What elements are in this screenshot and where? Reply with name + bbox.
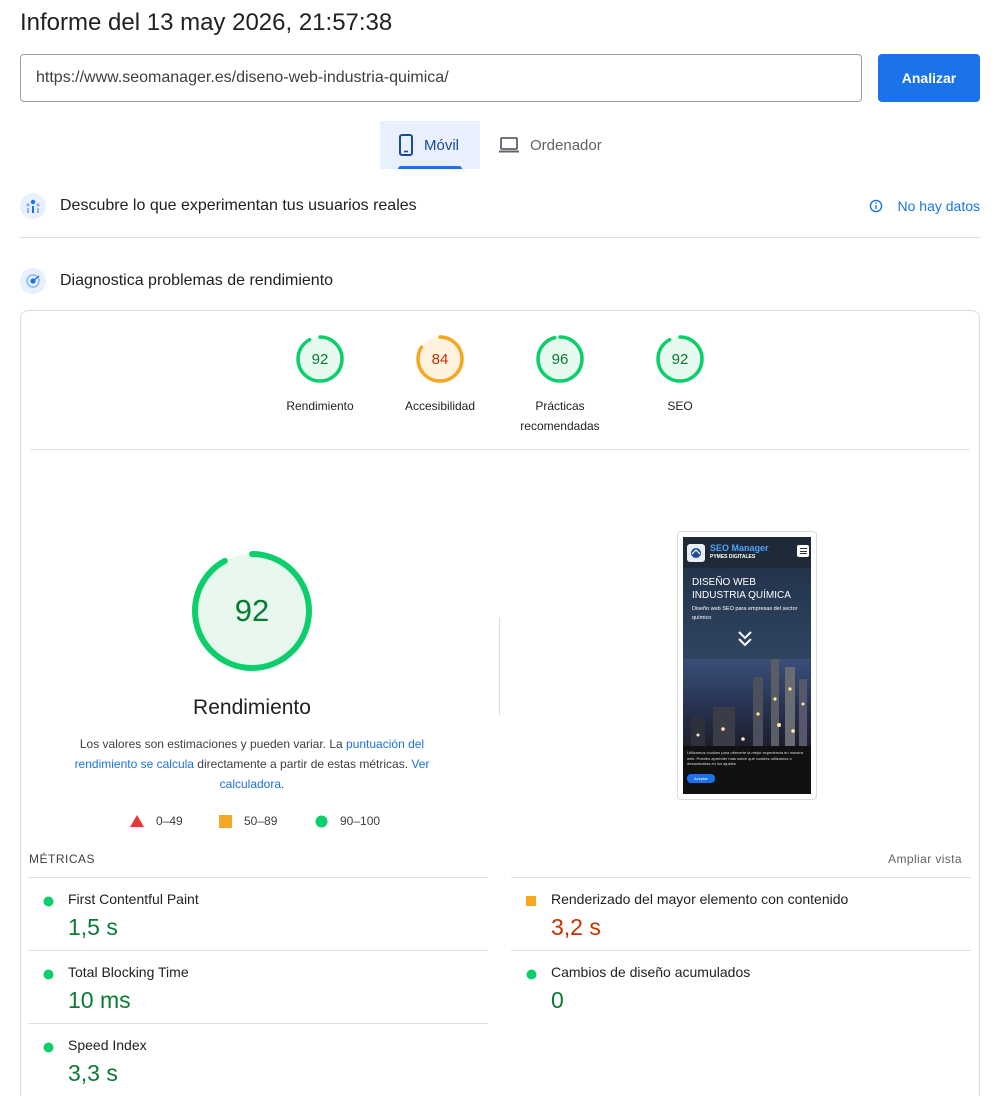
score-label: Rendimiento	[286, 399, 354, 413]
menu-icon	[797, 545, 809, 557]
performance-score: 92	[234, 593, 270, 628]
score-value: 96	[551, 350, 569, 368]
diagnostics-title: Diagnostica problemas de rendimiento	[60, 272, 334, 289]
expand-view-toggle[interactable]: Ampliar vista	[888, 852, 962, 866]
laptop-icon	[499, 137, 519, 153]
double-chevron-down-icon	[738, 631, 752, 647]
score-value: 84	[431, 350, 449, 368]
cookie-banner: Utilizamos cookies para ofrecerte la mej…	[683, 746, 811, 794]
screenshot-brand: SEO Manager	[710, 542, 769, 553]
real-users-title: Descubre lo que experimentan tus usuario…	[60, 197, 417, 214]
metric-name: Speed Index	[68, 1037, 147, 1053]
score-label: Prácticas recomendadas	[520, 399, 600, 433]
cookie-accept-button: Aceptar	[687, 773, 715, 783]
metric-value: 10 ms	[68, 987, 131, 1013]
info-icon	[869, 199, 882, 213]
section-divider	[20, 237, 980, 238]
screenshot-subheading: Diseño web SEO para empresas del sector …	[692, 606, 798, 621]
square-icon	[526, 896, 536, 906]
tab-desktop-label: Ordenador	[530, 136, 602, 154]
score-label: SEO	[667, 399, 693, 413]
metrics-heading: MÉTRICAS	[29, 852, 96, 866]
metric-value: 3,3 s	[68, 1060, 118, 1086]
analyze-button[interactable]: Analizar	[878, 54, 980, 102]
legend-range: 90–100	[340, 814, 381, 828]
performance-gauge: 92	[190, 549, 314, 673]
metric-value: 1,5 s	[68, 914, 118, 940]
desc-text: Los valores son estimaciones y pueden va…	[79, 737, 347, 751]
lighthouse-icon	[20, 268, 46, 294]
metric-tbt: Total Blocking Time 10 ms	[28, 950, 488, 1023]
screenshot-heading: DISEÑO WEB INDUSTRIA QUÍMICA	[692, 577, 791, 601]
legend-average: 50–89	[219, 814, 277, 828]
metric-value: 3,2 s	[551, 914, 601, 940]
metric-speed-index: Speed Index 3,3 s	[28, 1023, 488, 1096]
screenshot-brand-sub: PYMES DIGITALES	[710, 553, 756, 560]
score-gauge-seo[interactable]: 92 SEO	[620, 334, 740, 416]
legend-fail: 0–49	[130, 814, 183, 828]
score-label: Accesibilidad	[404, 399, 476, 413]
score-value: 92	[671, 350, 689, 368]
circle-icon	[526, 969, 537, 980]
score-value: 92	[311, 350, 329, 368]
metric-cls: Cambios de diseño acumulados 0	[511, 950, 971, 1023]
screenshot-header: SEO Manager PYMES DIGITALES	[683, 537, 811, 568]
score-gauge-accessibility[interactable]: 84 Accesibilidad	[380, 334, 500, 416]
legend-range: 0–49	[156, 814, 183, 828]
metric-name: Total Blocking Time	[68, 964, 189, 980]
square-icon	[219, 814, 232, 828]
vertical-divider	[499, 618, 500, 715]
score-gauge-performance[interactable]: 92 Rendimiento	[260, 334, 380, 416]
desc-text: directamente a partir de estas métricas.	[193, 757, 412, 771]
legend-range: 50–89	[244, 814, 278, 828]
metric-name: Renderizado del mayor elemento con conte…	[551, 891, 849, 907]
report-title: Informe del 13 may 2026, 21:57:38	[20, 9, 393, 36]
diagnostics-section: Diagnostica problemas de rendimiento	[20, 268, 980, 294]
metric-lcp: Renderizado del mayor elemento con conte…	[511, 877, 971, 950]
cookie-text: Utilizamos cookies para ofrecerte la mej…	[687, 750, 804, 766]
metric-name: First Contentful Paint	[68, 891, 199, 907]
smartphone-icon	[399, 134, 413, 156]
metric-value: 0	[551, 987, 564, 1013]
circle-icon	[315, 815, 328, 827]
users-chart-icon	[20, 193, 46, 219]
performance-title: Rendimiento	[193, 696, 311, 719]
screenshot-hero: DISEÑO WEB INDUSTRIA QUÍMICA Diseño web …	[683, 568, 811, 659]
real-users-section[interactable]: Descubre lo que experimentan tus usuario…	[20, 193, 980, 219]
tab-mobile[interactable]: Móvil	[380, 121, 480, 169]
performance-description: Los valores son estimaciones y pueden va…	[72, 734, 432, 794]
page-screenshot: SEO Manager PYMES DIGITALES DISEÑO WEB I…	[677, 531, 817, 800]
url-input[interactable]	[20, 54, 862, 102]
no-data-indicator[interactable]: No hay datos	[869, 198, 981, 214]
metric-fcp: First Contentful Paint 1,5 s	[28, 877, 488, 950]
tab-desktop[interactable]: Ordenador	[496, 121, 616, 169]
desc-text: .	[281, 777, 285, 791]
logo-icon	[687, 543, 705, 562]
industrial-photo	[683, 659, 811, 751]
tab-mobile-label: Móvil	[424, 136, 460, 154]
score-gauge-best-practices[interactable]: 96 Prácticas recomendadas	[500, 334, 620, 436]
legend-pass: 90–100	[315, 814, 380, 828]
circle-icon	[43, 1042, 54, 1053]
scores-divider	[30, 449, 970, 450]
tab-selected-indicator	[398, 166, 462, 169]
circle-icon	[43, 969, 54, 980]
circle-icon	[43, 896, 54, 907]
triangle-icon	[130, 815, 144, 827]
no-data-label: No hay datos	[897, 198, 981, 214]
metric-name: Cambios de diseño acumulados	[551, 964, 751, 980]
